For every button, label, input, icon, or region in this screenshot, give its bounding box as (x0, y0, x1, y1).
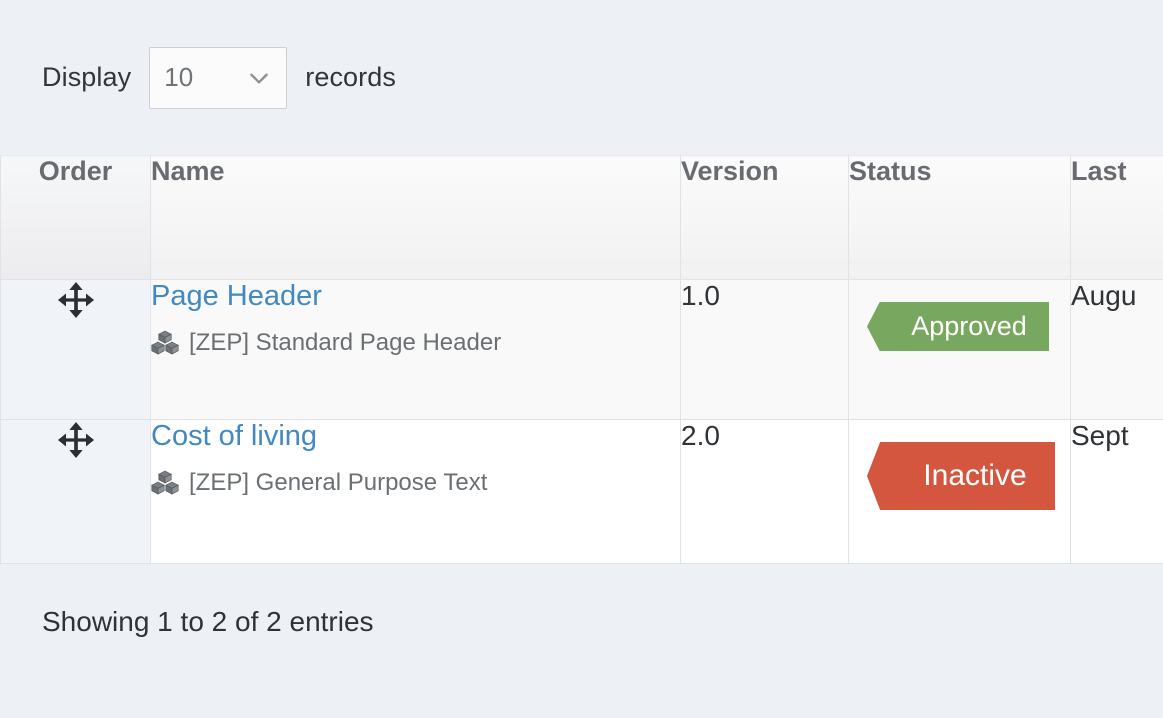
row-version-cell: 1.0 (680, 279, 849, 420)
display-suffix-label: records (305, 62, 396, 92)
display-prefix-label: Display (42, 62, 132, 92)
page-length-select[interactable]: 10 (149, 46, 288, 109)
table-footer: Showing 1 to 2 of 2 entries (0, 564, 1163, 638)
status-badge: Inactive (867, 442, 1055, 510)
move-arrows-icon[interactable] (56, 420, 96, 460)
table-row: Cost of living [ZEP] General Purpose Tex… (0, 419, 1163, 564)
move-arrows-icon[interactable] (56, 280, 96, 320)
table-body: Page Header [ZEP] Standard Page Header 1… (0, 279, 1163, 564)
record-name-link[interactable]: Cost of living (151, 420, 680, 453)
records-table-wrapper: Order Name Version Status Last Page Head… (0, 155, 1163, 564)
column-header-version[interactable]: Version (680, 155, 849, 280)
page-length-select-wrapper: 10 (149, 46, 288, 109)
record-type-label: [ZEP] General Purpose Text (189, 469, 488, 497)
table-info-text: Showing 1 to 2 of 2 entries (42, 606, 374, 637)
status-slot: Inactive (849, 420, 1070, 510)
row-drag-handle-cell[interactable] (0, 419, 151, 564)
record-type: [ZEP] General Purpose Text (151, 469, 680, 497)
chevron-down-icon (246, 65, 272, 91)
table-header-row: Order Name Version Status Last (0, 155, 1163, 280)
status-badge: Approved (867, 302, 1049, 351)
table-length-toolbar: Display 10 records (0, 0, 1163, 155)
status-slot: Approved (849, 280, 1070, 351)
row-version-cell: 2.0 (680, 419, 849, 564)
column-header-order[interactable]: Order (0, 155, 151, 280)
record-type-label: [ZEP] Standard Page Header (189, 329, 502, 357)
records-table: Order Name Version Status Last Page Head… (0, 155, 1163, 564)
column-header-last[interactable]: Last (1070, 155, 1163, 280)
table-head: Order Name Version Status Last (0, 155, 1163, 280)
record-type: [ZEP] Standard Page Header (151, 329, 680, 357)
row-drag-handle-cell[interactable] (0, 279, 151, 420)
column-header-name[interactable]: Name (150, 155, 681, 280)
cubes-icon (151, 330, 179, 356)
row-last-modified-cell: Sept (1070, 419, 1163, 564)
record-name-link[interactable]: Page Header (151, 280, 680, 313)
column-header-status[interactable]: Status (848, 155, 1071, 280)
cubes-icon (151, 470, 179, 496)
row-name-cell: Page Header [ZEP] Standard Page Header (150, 279, 681, 420)
page-length-value: 10 (164, 62, 194, 92)
table-row: Page Header [ZEP] Standard Page Header 1… (0, 279, 1163, 420)
row-status-cell: Approved (848, 279, 1071, 420)
row-status-cell: Inactive (848, 419, 1071, 564)
row-name-cell: Cost of living [ZEP] General Purpose Tex… (150, 419, 681, 564)
row-last-modified-cell: Augu (1070, 279, 1163, 420)
